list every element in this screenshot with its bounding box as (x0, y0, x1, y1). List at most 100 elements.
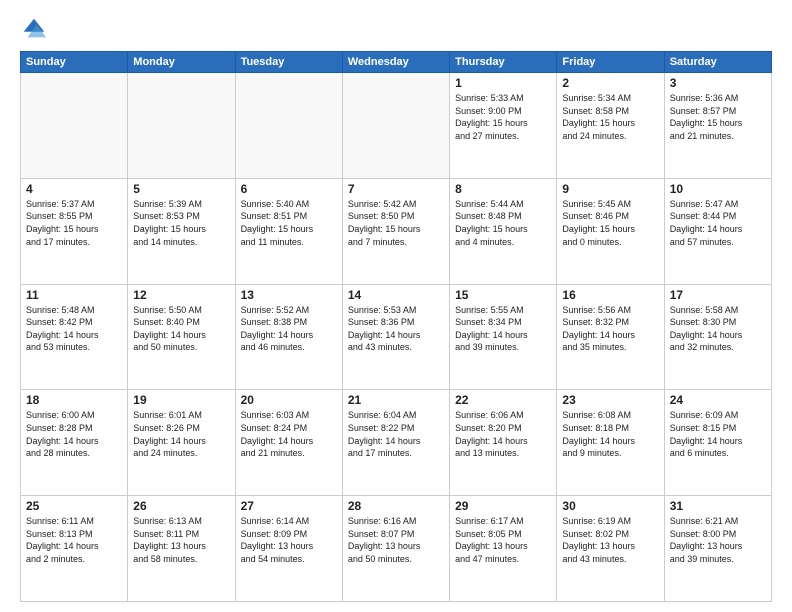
calendar-cell: 21Sunrise: 6:04 AM Sunset: 8:22 PM Dayli… (342, 390, 449, 496)
day-number: 15 (455, 288, 551, 302)
day-header-friday: Friday (557, 52, 664, 73)
calendar-cell: 19 Sunrise: 6:01 AM Sunset: 8:26 PM Dayli… (128, 390, 235, 496)
calendar-cell: 27 Sunrise: 6:14 AM Sunset: 8:09 PM Dayli… (235, 496, 342, 602)
calendar-cell: 23 Sunrise: 6:08 AM Sunset: 8:18 PM Dayli… (557, 390, 664, 496)
calendar-cell: 8Sunrise: 5:44 AM Sunset: 8:48 PM Daylig… (450, 178, 557, 284)
calendar-cell (21, 73, 128, 179)
day-number: 30 (562, 499, 658, 513)
cell-text: Sunrise: 6:06 AM Sunset: 8:20 PM Dayligh… (455, 409, 551, 459)
calendar-cell: 2 Sunrise: 5:34 AM Sunset: 8:58 PM Daylig… (557, 73, 664, 179)
day-header-sunday: Sunday (21, 52, 128, 73)
cell-text: Sunrise: 6:13 AM Sunset: 8:11 PM Dayligh… (133, 515, 229, 565)
cell-text: Sunrise: 6:17 AM Sunset: 8:05 PM Dayligh… (455, 515, 551, 565)
day-number: 23 (562, 393, 658, 407)
cell-text: Sunrise: 5:52 AM Sunset: 8:38 PM Dayligh… (241, 304, 337, 354)
day-number: 9 (562, 182, 658, 196)
calendar-cell: 17Sunrise: 5:58 AM Sunset: 8:30 PM Dayli… (664, 284, 771, 390)
day-number: 6 (241, 182, 337, 196)
day-number: 29 (455, 499, 551, 513)
calendar-cell: 29 Sunrise: 6:17 AM Sunset: 8:05 PM Dayli… (450, 496, 557, 602)
cell-text: Sunrise: 5:47 AM Sunset: 8:44 PM Dayligh… (670, 198, 766, 248)
calendar-cell: 13Sunrise: 5:52 AM Sunset: 8:38 PM Dayli… (235, 284, 342, 390)
day-number: 8 (455, 182, 551, 196)
day-header-saturday: Saturday (664, 52, 771, 73)
cell-text: Sunrise: 6:01 AM Sunset: 8:26 PM Dayligh… (133, 409, 229, 459)
day-number: 26 (133, 499, 229, 513)
cell-text: Sunrise: 5:34 AM Sunset: 8:58 PM Dayligh… (562, 92, 658, 142)
day-number: 18 (26, 393, 122, 407)
logo-icon (20, 15, 48, 43)
cell-text: Sunrise: 6:00 AM Sunset: 8:28 PM Dayligh… (26, 409, 122, 459)
day-number: 16 (562, 288, 658, 302)
calendar-cell: 14 Sunrise: 5:53 AM Sunset: 8:36 PM Dayli… (342, 284, 449, 390)
day-number: 12 (133, 288, 229, 302)
day-number: 14 (348, 288, 444, 302)
day-number: 10 (670, 182, 766, 196)
day-number: 4 (26, 182, 122, 196)
cell-text: Sunrise: 6:14 AM Sunset: 8:09 PM Dayligh… (241, 515, 337, 565)
day-header-monday: Monday (128, 52, 235, 73)
cell-text: Sunrise: 5:45 AM Sunset: 8:46 PM Dayligh… (562, 198, 658, 248)
calendar-week-5: 25 Sunrise: 6:11 AM Sunset: 8:13 PM Dayli… (21, 496, 772, 602)
day-number: 24 (670, 393, 766, 407)
day-number: 2 (562, 76, 658, 90)
day-number: 25 (26, 499, 122, 513)
calendar-week-2: 4 Sunrise: 5:37 AM Sunset: 8:55 PM Daylig… (21, 178, 772, 284)
calendar-cell: 5Sunrise: 5:39 AM Sunset: 8:53 PM Daylig… (128, 178, 235, 284)
calendar-cell: 9 Sunrise: 5:45 AM Sunset: 8:46 PM Daylig… (557, 178, 664, 284)
day-number: 3 (670, 76, 766, 90)
calendar-cell: 22 Sunrise: 6:06 AM Sunset: 8:20 PM Dayli… (450, 390, 557, 496)
calendar-cell: 26 Sunrise: 6:13 AM Sunset: 8:11 PM Dayli… (128, 496, 235, 602)
day-number: 31 (670, 499, 766, 513)
calendar-cell (342, 73, 449, 179)
cell-text: Sunrise: 6:19 AM Sunset: 8:02 PM Dayligh… (562, 515, 658, 565)
calendar-cell (128, 73, 235, 179)
cell-text: Sunrise: 6:16 AM Sunset: 8:07 PM Dayligh… (348, 515, 444, 565)
day-number: 27 (241, 499, 337, 513)
cell-text: Sunrise: 5:39 AM Sunset: 8:53 PM Dayligh… (133, 198, 229, 248)
cell-text: Sunrise: 5:56 AM Sunset: 8:32 PM Dayligh… (562, 304, 658, 354)
calendar-table: SundayMondayTuesdayWednesdayThursdayFrid… (20, 51, 772, 602)
calendar-header-row: SundayMondayTuesdayWednesdayThursdayFrid… (21, 52, 772, 73)
cell-text: Sunrise: 6:08 AM Sunset: 8:18 PM Dayligh… (562, 409, 658, 459)
calendar-cell: 3Sunrise: 5:36 AM Sunset: 8:57 PM Daylig… (664, 73, 771, 179)
header (20, 15, 772, 43)
calendar-week-4: 18 Sunrise: 6:00 AM Sunset: 8:28 PM Dayli… (21, 390, 772, 496)
page: SundayMondayTuesdayWednesdayThursdayFrid… (0, 0, 792, 612)
cell-text: Sunrise: 5:53 AM Sunset: 8:36 PM Dayligh… (348, 304, 444, 354)
calendar-cell: 7Sunrise: 5:42 AM Sunset: 8:50 PM Daylig… (342, 178, 449, 284)
cell-text: Sunrise: 5:50 AM Sunset: 8:40 PM Dayligh… (133, 304, 229, 354)
calendar-cell: 24Sunrise: 6:09 AM Sunset: 8:15 PM Dayli… (664, 390, 771, 496)
day-header-wednesday: Wednesday (342, 52, 449, 73)
calendar-cell: 1 Sunrise: 5:33 AM Sunset: 9:00 PM Daylig… (450, 73, 557, 179)
cell-text: Sunrise: 6:03 AM Sunset: 8:24 PM Dayligh… (241, 409, 337, 459)
cell-text: Sunrise: 6:04 AM Sunset: 8:22 PM Dayligh… (348, 409, 444, 459)
calendar-cell: 6Sunrise: 5:40 AM Sunset: 8:51 PM Daylig… (235, 178, 342, 284)
calendar-cell: 28 Sunrise: 6:16 AM Sunset: 8:07 PM Dayli… (342, 496, 449, 602)
calendar-cell: 31Sunrise: 6:21 AM Sunset: 8:00 PM Dayli… (664, 496, 771, 602)
day-number: 28 (348, 499, 444, 513)
cell-text: Sunrise: 5:37 AM Sunset: 8:55 PM Dayligh… (26, 198, 122, 248)
cell-text: Sunrise: 5:48 AM Sunset: 8:42 PM Dayligh… (26, 304, 122, 354)
cell-text: Sunrise: 5:42 AM Sunset: 8:50 PM Dayligh… (348, 198, 444, 248)
calendar-cell (235, 73, 342, 179)
logo (20, 15, 52, 43)
calendar-week-3: 11Sunrise: 5:48 AM Sunset: 8:42 PM Dayli… (21, 284, 772, 390)
calendar-cell: 18 Sunrise: 6:00 AM Sunset: 8:28 PM Dayli… (21, 390, 128, 496)
day-number: 22 (455, 393, 551, 407)
day-header-tuesday: Tuesday (235, 52, 342, 73)
cell-text: Sunrise: 6:11 AM Sunset: 8:13 PM Dayligh… (26, 515, 122, 565)
calendar-cell: 12 Sunrise: 5:50 AM Sunset: 8:40 PM Dayli… (128, 284, 235, 390)
day-number: 20 (241, 393, 337, 407)
calendar-cell: 16 Sunrise: 5:56 AM Sunset: 8:32 PM Dayli… (557, 284, 664, 390)
day-number: 1 (455, 76, 551, 90)
calendar-cell: 4 Sunrise: 5:37 AM Sunset: 8:55 PM Daylig… (21, 178, 128, 284)
cell-text: Sunrise: 5:33 AM Sunset: 9:00 PM Dayligh… (455, 92, 551, 142)
calendar-cell: 11Sunrise: 5:48 AM Sunset: 8:42 PM Dayli… (21, 284, 128, 390)
calendar-cell: 10 Sunrise: 5:47 AM Sunset: 8:44 PM Dayli… (664, 178, 771, 284)
cell-text: Sunrise: 5:58 AM Sunset: 8:30 PM Dayligh… (670, 304, 766, 354)
calendar-cell: 15 Sunrise: 5:55 AM Sunset: 8:34 PM Dayli… (450, 284, 557, 390)
calendar-cell: 30 Sunrise: 6:19 AM Sunset: 8:02 PM Dayli… (557, 496, 664, 602)
cell-text: Sunrise: 5:55 AM Sunset: 8:34 PM Dayligh… (455, 304, 551, 354)
day-number: 19 (133, 393, 229, 407)
